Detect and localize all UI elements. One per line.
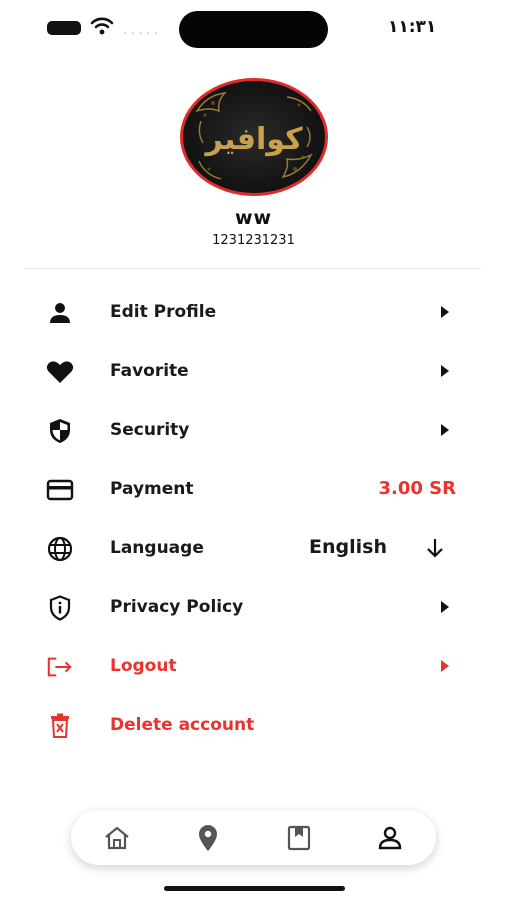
chevron-right-icon bbox=[441, 306, 449, 318]
status-time: ١١:٣١ bbox=[388, 17, 437, 37]
delete-account-label: Delete account bbox=[110, 715, 255, 735]
shield-icon bbox=[46, 419, 74, 443]
globe-icon bbox=[46, 536, 74, 562]
privacy-policy-label: Privacy Policy bbox=[110, 597, 244, 617]
language-value[interactable]: English bbox=[309, 536, 387, 558]
arrow-down-icon[interactable] bbox=[425, 536, 445, 560]
location-pin-icon[interactable] bbox=[193, 823, 223, 853]
battery-icon bbox=[47, 21, 81, 35]
avatar[interactable]: كوافير bbox=[180, 78, 328, 196]
language-label: Language bbox=[110, 538, 204, 558]
trash-icon bbox=[46, 713, 74, 738]
security-label: Security bbox=[110, 420, 190, 440]
edit-profile-label: Edit Profile bbox=[110, 302, 217, 322]
person-icon bbox=[46, 301, 74, 325]
favorite-label: Favorite bbox=[110, 361, 189, 381]
menu-item-security[interactable]: Security bbox=[0, 406, 507, 456]
bottom-nav bbox=[71, 810, 436, 865]
logout-label: Logout bbox=[110, 656, 177, 676]
status-bar: ..... ١١:٣١ bbox=[0, 0, 507, 58]
heart-icon bbox=[46, 360, 74, 384]
payment-balance: 3.00 SR bbox=[378, 478, 456, 499]
menu-item-edit-profile[interactable]: Edit Profile bbox=[0, 288, 507, 338]
dynamic-island bbox=[179, 11, 328, 48]
chevron-right-icon bbox=[441, 424, 449, 436]
profile-name: ww bbox=[234, 207, 273, 229]
menu-item-privacy-policy[interactable]: Privacy Policy bbox=[0, 583, 507, 633]
logo-text: كوافير bbox=[203, 122, 303, 157]
payment-label: Payment bbox=[110, 479, 194, 499]
menu-item-language[interactable]: Language English bbox=[0, 524, 507, 574]
profile-icon[interactable] bbox=[375, 823, 405, 853]
bookmark-icon[interactable] bbox=[284, 823, 314, 853]
card-icon bbox=[46, 478, 74, 502]
menu-item-logout[interactable]: Logout bbox=[0, 642, 507, 692]
signal-dots: ..... bbox=[122, 24, 161, 37]
chevron-right-icon bbox=[441, 660, 449, 672]
info-shield-icon bbox=[46, 595, 74, 621]
avatar-logo: كوافير bbox=[195, 92, 313, 180]
wifi-icon bbox=[90, 17, 114, 35]
profile-phone: 1231231231 bbox=[212, 233, 295, 248]
home-indicator bbox=[164, 886, 345, 891]
menu-item-delete-account[interactable]: Delete account bbox=[0, 701, 507, 751]
chevron-right-icon bbox=[441, 601, 449, 613]
logout-icon bbox=[46, 655, 74, 679]
home-icon[interactable] bbox=[102, 823, 132, 853]
divider bbox=[25, 268, 481, 269]
chevron-right-icon bbox=[441, 365, 449, 377]
menu-item-favorite[interactable]: Favorite bbox=[0, 347, 507, 397]
menu-item-payment[interactable]: Payment 3.00 SR bbox=[0, 465, 507, 515]
